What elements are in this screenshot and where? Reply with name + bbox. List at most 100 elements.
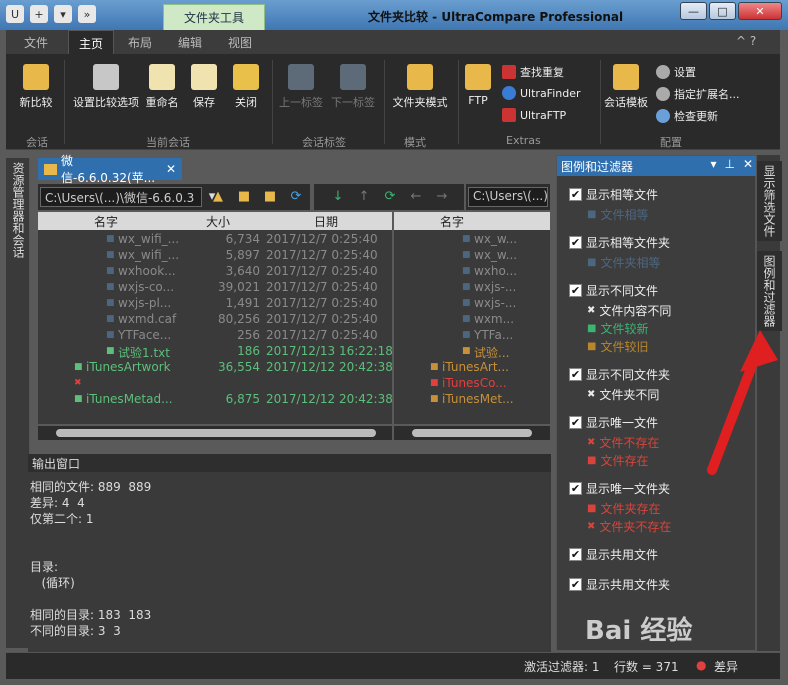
checkbox-icon[interactable]: ✔ xyxy=(569,368,582,381)
table-row[interactable]: ■ iTunesMetad... 6,875 2017/12/12 20:42:38 xyxy=(38,392,392,408)
new-compare-button[interactable]: 新比较 xyxy=(14,64,58,110)
table-row[interactable]: ■ wx_w... xyxy=(394,248,550,264)
table-row[interactable]: ■ 试验1.txt 186 2017/12/13 16:22:18 xyxy=(38,344,392,360)
table-row[interactable]: ■ YTFa... xyxy=(394,328,550,344)
open-folder-icon[interactable]: ■ xyxy=(262,188,278,204)
ribbon-help[interactable]: ^ ? xyxy=(736,34,756,48)
session-template-button[interactable]: 会话模板 xyxy=(602,64,650,110)
col-name[interactable]: 名字 xyxy=(94,213,118,230)
legend-item-label: 文件较旧 xyxy=(600,340,649,354)
ultrafinder-button[interactable]: UltraFinder xyxy=(502,86,581,100)
customize-quick-icon[interactable]: » xyxy=(78,5,96,23)
right-hscrollbar[interactable] xyxy=(394,426,550,440)
sync-icon[interactable]: ⟳ xyxy=(288,188,304,204)
legend-filter-checkbox[interactable]: ✔ 显示相等文件夹 xyxy=(569,234,670,251)
file-date: 2017/12/12 20:42:38 xyxy=(266,360,392,374)
table-row[interactable]: ■ wx_wifi_... 5,897 2017/12/7 0:25:40 xyxy=(38,248,392,264)
ultraftp-button[interactable]: UltraFTP xyxy=(502,108,566,122)
settings-button[interactable]: 设置 xyxy=(656,64,696,80)
prev-tab-button[interactable]: 上一标签 xyxy=(276,64,326,110)
table-row[interactable]: ■ wxhook... 3,640 2017/12/7 0:25:40 xyxy=(38,264,392,280)
table-row[interactable]: ✖ xyxy=(38,376,392,392)
tab-edit[interactable]: 编辑 xyxy=(178,34,202,51)
rename-button[interactable]: 重命名 xyxy=(142,64,182,110)
refresh-icon[interactable]: ⟳ xyxy=(382,188,398,204)
context-tab-folder-tools[interactable]: 文件夹工具 xyxy=(163,4,265,30)
close-session-button[interactable]: 关闭 xyxy=(228,64,264,110)
left-path-input[interactable]: C:\Users\(...)\微信-6.6.0.3 xyxy=(40,187,202,207)
save-button[interactable]: 保存 xyxy=(186,64,222,110)
arrow-up-icon[interactable]: ↑ xyxy=(356,188,372,204)
checkbox-icon[interactable]: ✔ xyxy=(569,236,582,249)
close-window-button[interactable]: ✕ xyxy=(738,2,782,20)
close-icon[interactable]: ✕ xyxy=(743,157,753,171)
col-name-right[interactable]: 名字 xyxy=(440,213,464,230)
table-row[interactable]: ■ wx_w... xyxy=(394,232,550,248)
check-update-button[interactable]: 检查更新 xyxy=(656,108,718,124)
col-size[interactable]: 大小 xyxy=(206,213,230,230)
tab-file[interactable]: 文件 xyxy=(24,34,48,51)
app-icon[interactable]: U xyxy=(6,5,24,23)
show-filtered-files-tab[interactable]: 显示筛选文件 xyxy=(757,161,782,241)
right-path-input[interactable]: C:\Users\(...)\ xyxy=(468,187,548,207)
table-row[interactable]: ■ wxjs-... xyxy=(394,296,550,312)
legend-filter-checkbox[interactable]: ✔ 显示不同文件夹 xyxy=(569,366,670,383)
checkbox-icon[interactable]: ✔ xyxy=(569,188,582,201)
table-row[interactable]: ■ wx_wifi_... 6,734 2017/12/7 0:25:40 xyxy=(38,232,392,248)
checkbox-icon[interactable]: ✔ xyxy=(569,416,582,429)
table-row[interactable]: ■ iTunesMet... xyxy=(394,392,550,408)
col-date[interactable]: 日期 xyxy=(314,213,338,230)
table-row[interactable]: ■ YTFace... 256 2017/12/7 0:25:40 xyxy=(38,328,392,344)
left-hscrollbar[interactable] xyxy=(38,426,392,440)
tab-layout[interactable]: 布局 xyxy=(128,34,152,51)
legend-filter-checkbox[interactable]: ✔ 显示共用文件 xyxy=(569,546,658,563)
folder-up-icon[interactable]: ▲ xyxy=(210,188,226,204)
checkbox-icon[interactable]: ✔ xyxy=(569,482,582,495)
arrow-left-icon[interactable]: ← xyxy=(408,188,424,204)
arrow-right-icon[interactable]: → xyxy=(434,188,450,204)
table-row[interactable]: ■ 试验... xyxy=(394,344,550,360)
new-quick-icon[interactable]: + xyxy=(30,5,48,23)
table-row[interactable]: ■ iTunesArtwork 36,554 2017/12/12 20:42:38 xyxy=(38,360,392,376)
assign-ext-button[interactable]: 指定扩展名... xyxy=(656,86,740,102)
ftp-button[interactable]: FTP xyxy=(460,64,496,107)
table-row[interactable]: ■ wxjs-pl... 1,491 2017/12/7 0:25:40 xyxy=(38,296,392,312)
setup-options-button[interactable]: 设置比较选项 xyxy=(68,64,144,110)
save-quick-icon[interactable]: ▾ xyxy=(54,5,72,23)
legend-filter-checkbox[interactable]: ✔ 显示唯一文件 xyxy=(569,414,658,431)
left-file-pane[interactable]: ■ wx_wifi_... 6,734 2017/12/7 0:25:40 ■ wx_wi… xyxy=(38,230,392,424)
legend-filter-checkbox[interactable]: ✔ 显示不同文件 xyxy=(569,282,658,299)
legend-filter-tab[interactable]: 图例和过滤器 xyxy=(757,251,782,331)
minimize-button[interactable]: — xyxy=(680,2,707,20)
pin-icon[interactable]: ⊥ xyxy=(724,157,734,171)
explorer-session-strip[interactable]: 资源管理器和会话 xyxy=(6,158,30,648)
table-row[interactable]: ■ wxmd.caf 80,256 2017/12/7 0:25:40 xyxy=(38,312,392,328)
table-row[interactable]: ■ wxho... xyxy=(394,264,550,280)
maximize-button[interactable]: □ xyxy=(709,2,736,20)
checkbox-icon[interactable]: ✔ xyxy=(569,578,582,591)
folder-mode-button[interactable]: 文件夹模式 xyxy=(386,64,454,110)
explorer-session-tab[interactable]: 资源管理器和会话 xyxy=(6,158,31,262)
table-row[interactable]: ■ wxm... xyxy=(394,312,550,328)
document-tab[interactable]: 微信-6.6.0.32(苹... ✕ xyxy=(38,154,182,185)
legend-filter-checkbox[interactable]: ✔ 显示唯一文件夹 xyxy=(569,480,670,497)
next-tab-button[interactable]: 下一标签 xyxy=(328,64,378,110)
legend-filter-checkbox[interactable]: ✔ 显示相等文件 xyxy=(569,186,658,203)
file-date: 2017/12/7 0:25:40 xyxy=(266,232,378,246)
tab-view[interactable]: 视图 xyxy=(228,34,252,51)
legend-item-label: 文件夹不同 xyxy=(599,388,660,402)
checkbox-icon[interactable]: ✔ xyxy=(569,284,582,297)
table-row[interactable]: ■ wxjs-... xyxy=(394,280,550,296)
panel-menu-icon[interactable]: ▾ xyxy=(710,157,716,171)
table-row[interactable]: ■ iTunesCo... xyxy=(394,376,550,392)
checkbox-icon[interactable]: ✔ xyxy=(569,548,582,561)
browse-folder-icon[interactable]: ■ xyxy=(236,188,252,204)
table-row[interactable]: ■ iTunesArt... xyxy=(394,360,550,376)
find-dup-button[interactable]: 查找重复 xyxy=(502,64,564,80)
right-file-pane[interactable]: ■ wx_w... ■ wx_w... ■ wxho... ■ wxjs-... ■ wxjs-.… xyxy=(394,230,550,424)
tab-home[interactable]: 主页 xyxy=(68,30,115,54)
arrow-down-icon[interactable]: ↓ xyxy=(330,188,346,204)
close-icon[interactable]: ✕ xyxy=(166,162,176,176)
table-row[interactable]: ■ wxjs-co... 39,021 2017/12/7 0:25:40 xyxy=(38,280,392,296)
legend-filter-checkbox[interactable]: ✔ 显示共用文件夹 xyxy=(569,576,670,593)
